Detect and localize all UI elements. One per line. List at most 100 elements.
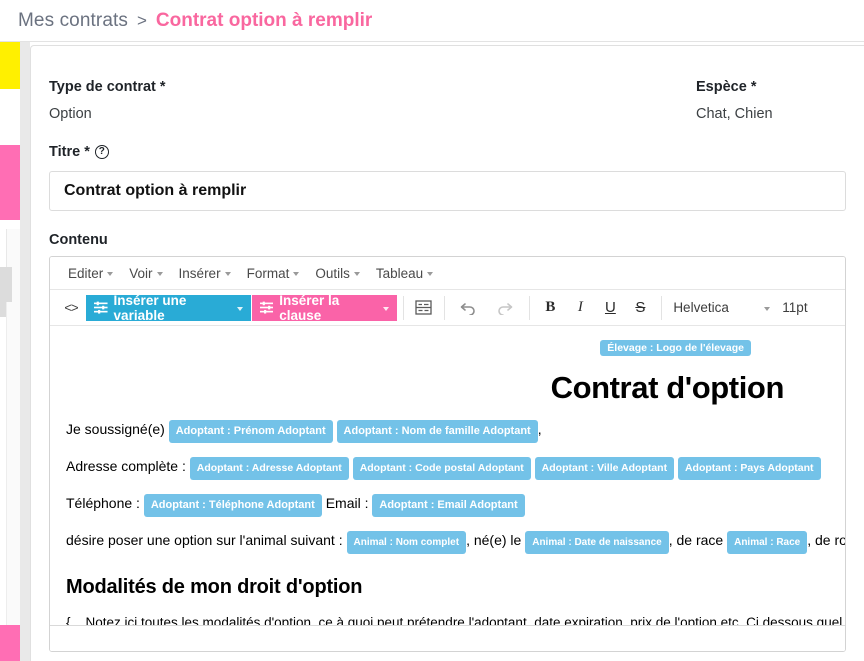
menu-format-label: Format bbox=[246, 265, 290, 281]
menu-inserer-label: Insérer bbox=[178, 265, 221, 281]
field-label-contenu: Contenu bbox=[49, 232, 108, 248]
breadcrumb-current: Contrat option à remplir bbox=[155, 9, 373, 31]
doc-line-soussigne: Je soussigné(e) Adoptant : Prénom Adopta… bbox=[66, 420, 829, 443]
menu-outils[interactable]: Outils bbox=[307, 262, 368, 285]
variable-tag-ville-adoptant[interactable]: Adoptant : Ville Adoptant bbox=[534, 457, 675, 480]
chevron-down-icon bbox=[236, 306, 243, 311]
breadcrumb: Mes contrats > Contrat option à remplir bbox=[0, 0, 864, 42]
toolbar-divider bbox=[529, 295, 531, 320]
doc-text-telephone-label: Téléphone : bbox=[66, 495, 140, 511]
editor-content-area[interactable]: Élevage : Logo de l'élevage Contrat d'op… bbox=[50, 326, 845, 651]
doc-text-animal-mid-1: , né(e) le bbox=[466, 532, 522, 548]
undo-arrow-icon[interactable] bbox=[455, 295, 481, 321]
insert-variable-button[interactable]: Insérer une variable bbox=[86, 292, 251, 323]
page-break-icon[interactable] bbox=[411, 295, 437, 321]
doc-text-email-label: Email : bbox=[325, 495, 369, 511]
bold-button[interactable]: B bbox=[537, 295, 563, 321]
page-break-glyph bbox=[415, 300, 432, 315]
chevron-down-icon bbox=[353, 272, 360, 276]
sliders-icon bbox=[94, 301, 108, 314]
chevron-down-icon bbox=[224, 272, 231, 276]
doc-line-animal: désire poser une option sur l'animal sui… bbox=[66, 531, 845, 554]
menu-inserer[interactable]: Insérer bbox=[171, 262, 239, 285]
variable-tag-email-adoptant[interactable]: Adoptant : Email Adoptant bbox=[372, 494, 525, 517]
sidebar-strip-yellow[interactable] bbox=[0, 42, 20, 89]
sliders-icon bbox=[259, 301, 274, 314]
field-type-de-contrat: Type de contrat * Option bbox=[49, 79, 166, 122]
editor-toolbar: <> Insérer une variable Insérer la claus… bbox=[50, 290, 845, 326]
insert-variable-label: Insérer une variable bbox=[113, 292, 187, 323]
field-value-espece: Chat, Chien bbox=[696, 106, 773, 122]
menu-format[interactable]: Format bbox=[239, 262, 308, 285]
doc-text-animal-prefix: désire poser une option sur l'animal sui… bbox=[66, 532, 343, 548]
italic-button[interactable]: I bbox=[567, 295, 593, 321]
field-label-espece: Espèce * bbox=[696, 79, 757, 95]
font-family-value: Helvetica bbox=[673, 300, 729, 315]
menu-voir[interactable]: Voir bbox=[121, 262, 170, 285]
sidebar-strip-pink-bottom[interactable] bbox=[0, 625, 20, 661]
toolbar-divider bbox=[661, 295, 663, 320]
menu-outils-label: Outils bbox=[315, 265, 350, 281]
chevron-down-icon bbox=[156, 272, 163, 276]
doc-line-contact: Téléphone : Adoptant : Téléphone Adoptan… bbox=[66, 494, 829, 517]
field-contenu: Contenu bbox=[31, 211, 864, 248]
font-family-select[interactable]: Helvetica bbox=[667, 295, 776, 321]
variable-tag-animal-nom-complet[interactable]: Animal : Nom complet bbox=[346, 531, 467, 554]
sidebar-divider-lower bbox=[6, 302, 20, 625]
field-label-type: Type de contrat * bbox=[49, 79, 166, 95]
redo-glyph bbox=[498, 303, 513, 315]
doc-text-adresse-prefix: Adresse complète : bbox=[66, 458, 186, 474]
menu-voir-label: Voir bbox=[129, 265, 153, 281]
source-code-icon[interactable]: <> bbox=[58, 295, 84, 321]
doc-line-adresse: Adresse complète : Adoptant : Adresse Ad… bbox=[66, 457, 829, 480]
doc-logo-row: Élevage : Logo de l'élevage bbox=[66, 338, 829, 356]
question-mark-circle-icon[interactable]: ? bbox=[94, 145, 109, 159]
variable-tag-nom-adoptant[interactable]: Adoptant : Nom de famille Adoptant bbox=[336, 420, 538, 443]
editor-menubar: Editer Voir Insérer Format Outils Tablea… bbox=[50, 257, 845, 290]
underline-button[interactable]: U bbox=[597, 295, 623, 321]
doc-title: Contrat d'option bbox=[550, 370, 785, 405]
menu-tableau-label: Tableau bbox=[375, 265, 424, 281]
toolbar-divider bbox=[443, 295, 445, 320]
menu-editer[interactable]: Editer bbox=[60, 262, 121, 285]
field-value-type: Option bbox=[49, 106, 92, 122]
menu-tableau[interactable]: Tableau bbox=[368, 262, 441, 285]
field-label-titre: Titre * ? bbox=[49, 144, 846, 160]
variable-tag-telephone-adoptant[interactable]: Adoptant : Téléphone Adoptant bbox=[143, 494, 322, 517]
field-titre: Titre * ? bbox=[31, 122, 864, 211]
doc-text-soussigne-prefix: Je soussigné(e) bbox=[66, 421, 165, 437]
breadcrumb-link-root[interactable]: Mes contrats bbox=[18, 10, 128, 32]
font-size-select[interactable]: 11pt bbox=[776, 295, 845, 321]
menu-editer-label: Editer bbox=[68, 265, 104, 281]
sidebar-strip-pink-active[interactable] bbox=[0, 145, 20, 220]
font-size-value: 11pt bbox=[782, 300, 808, 315]
doc-text-soussigne-suffix: , bbox=[537, 421, 542, 437]
doc-text-animal-suffix: , de robe bbox=[807, 532, 845, 548]
page-gutter bbox=[20, 42, 30, 661]
rich-text-editor[interactable]: Editer Voir Insérer Format Outils Tablea… bbox=[49, 256, 846, 652]
titre-input[interactable] bbox=[49, 171, 846, 211]
form-top-row: Type de contrat * Option Espèce * Chat, … bbox=[31, 46, 864, 122]
undo-glyph bbox=[460, 303, 475, 315]
variable-tag-code-postal-adoptant[interactable]: Adoptant : Code postal Adoptant bbox=[352, 457, 531, 480]
page-body: Type de contrat * Option Espèce * Chat, … bbox=[0, 42, 864, 661]
strikethrough-button[interactable]: S bbox=[627, 295, 653, 321]
insert-clause-button[interactable]: Insérer la clause bbox=[251, 293, 397, 323]
editor-status-bar bbox=[50, 625, 845, 651]
field-espece: Espèce * Chat, Chien bbox=[696, 79, 846, 122]
variable-tag-pays-adoptant[interactable]: Adoptant : Pays Adoptant bbox=[677, 457, 821, 480]
variable-tag-animal-date-naissance[interactable]: Animal : Date de naissance bbox=[525, 531, 669, 554]
chevron-down-icon bbox=[427, 272, 434, 276]
doc-heading-modalites: Modalités de mon droit d'option bbox=[66, 576, 363, 598]
left-sidebar-rail bbox=[0, 42, 20, 661]
variable-tag-adresse-adoptant[interactable]: Adoptant : Adresse Adoptant bbox=[189, 457, 349, 480]
variable-tag-prenom-adoptant[interactable]: Adoptant : Prénom Adoptant bbox=[168, 420, 333, 443]
doc-text-animal-mid-2: , de race bbox=[668, 532, 724, 548]
field-label-titre-text: Titre * bbox=[49, 144, 90, 160]
variable-tag-animal-race[interactable]: Animal : Race bbox=[727, 531, 808, 554]
chevron-down-icon bbox=[107, 272, 114, 276]
redo-arrow-icon[interactable] bbox=[491, 295, 517, 321]
chevron-down-icon bbox=[293, 272, 300, 276]
variable-tag-logo[interactable]: Élevage : Logo de l'élevage bbox=[600, 340, 751, 356]
breadcrumb-separator: > bbox=[136, 10, 147, 30]
